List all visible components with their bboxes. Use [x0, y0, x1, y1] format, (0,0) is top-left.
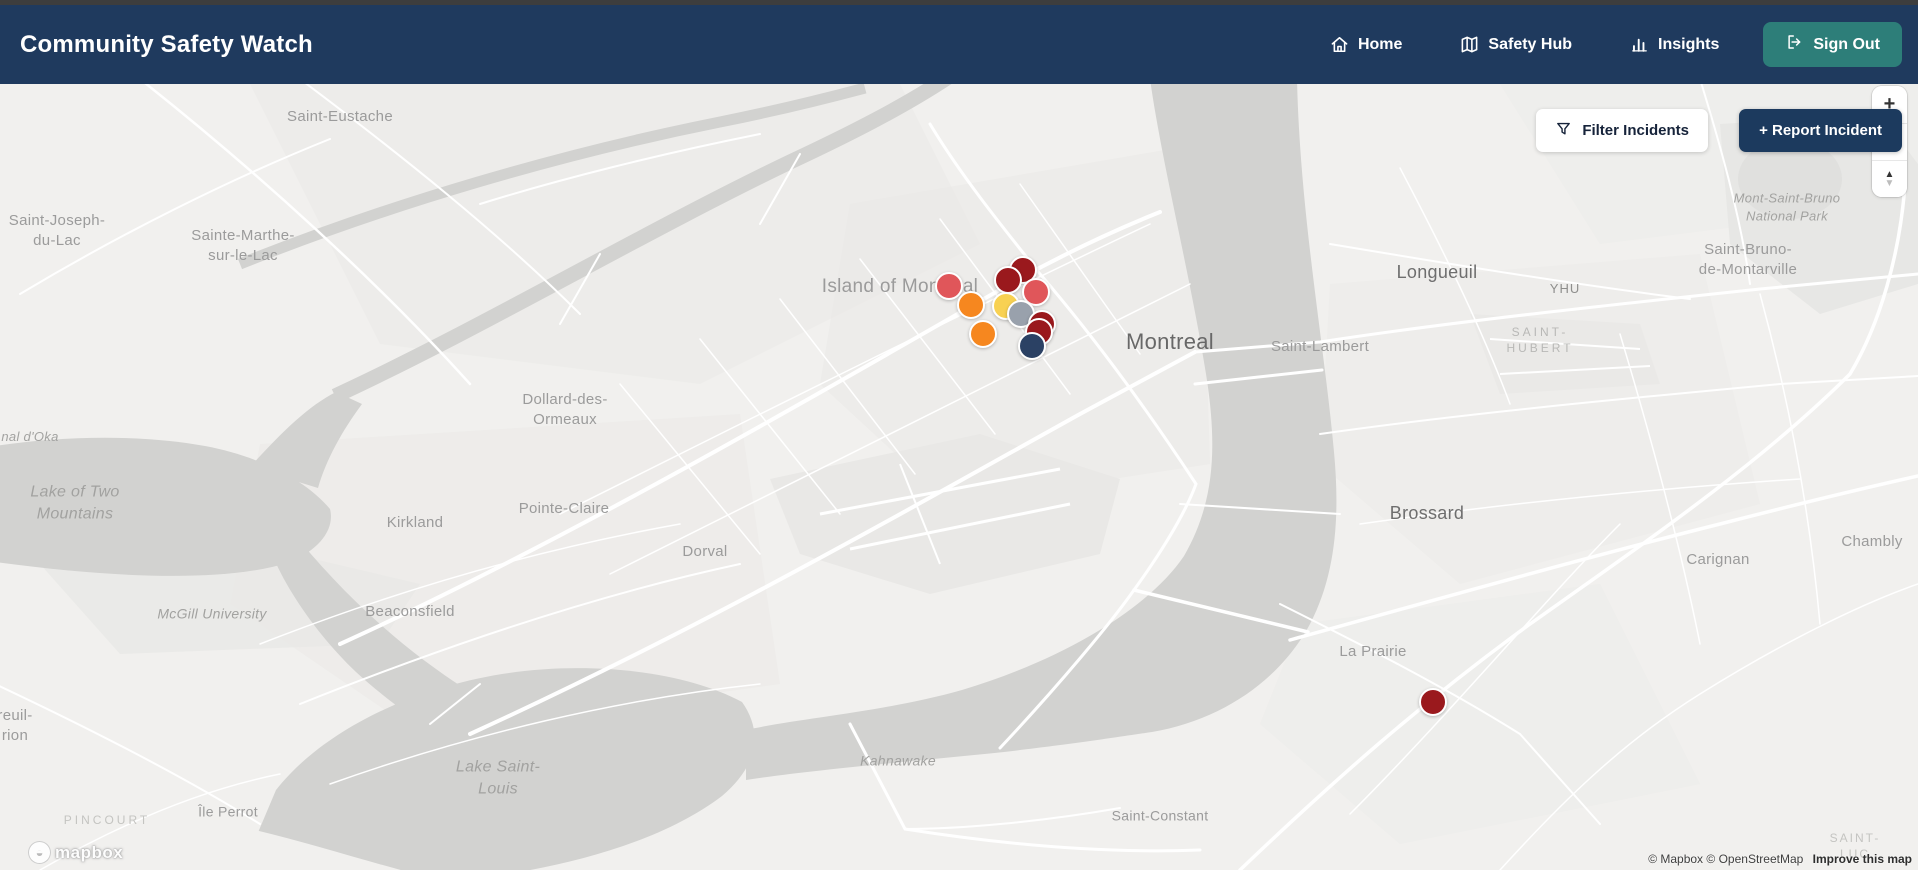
- nav-item-home[interactable]: Home: [1330, 35, 1402, 54]
- report-incident-button[interactable]: + Report Incident: [1739, 109, 1902, 152]
- improve-map-link[interactable]: Improve this map: [1813, 852, 1912, 866]
- nav-item-safety-hub[interactable]: Safety Hub: [1460, 35, 1572, 54]
- incident-marker[interactable]: [957, 291, 985, 319]
- nav-label: Insights: [1658, 35, 1720, 53]
- mapbox-logo-icon: ◒: [28, 841, 51, 864]
- mapbox-logo-text: mapbox: [55, 842, 124, 862]
- bar-chart-icon: [1630, 35, 1649, 54]
- map-icon: [1460, 35, 1479, 54]
- logout-icon: [1785, 33, 1803, 56]
- sign-out-label: Sign Out: [1813, 35, 1880, 53]
- sign-out-button[interactable]: Sign Out: [1763, 22, 1902, 67]
- incident-marker[interactable]: [1419, 688, 1447, 716]
- mapbox-logo[interactable]: ◒ mapbox: [28, 841, 123, 864]
- osm-attribution-link[interactable]: © OpenStreetMap: [1706, 852, 1803, 866]
- app-header: Community Safety Watch Home Safety Hub I…: [0, 5, 1918, 84]
- incident-marker[interactable]: [969, 320, 997, 348]
- map-attribution: © Mapbox © OpenStreetMap Improve this ma…: [1648, 852, 1912, 866]
- map-canvas: [0, 84, 1918, 870]
- mapbox-attribution-link[interactable]: © Mapbox: [1648, 852, 1703, 866]
- filter-incidents-button[interactable]: Filter Incidents: [1536, 109, 1708, 152]
- incident-marker[interactable]: [994, 266, 1022, 294]
- map-container[interactable]: Saint-Eustache Saint-Joseph- du-Lac Sainte…: [0, 84, 1918, 870]
- app-title: Community Safety Watch: [20, 30, 313, 58]
- home-icon: [1330, 35, 1349, 54]
- nav-item-insights[interactable]: Insights: [1630, 35, 1719, 54]
- incident-marker[interactable]: [1018, 332, 1046, 360]
- pitch-toggle-button[interactable]: ▲ ▼: [1872, 160, 1907, 197]
- nav-label: Home: [1357, 35, 1403, 53]
- funnel-icon: [1555, 120, 1572, 141]
- pitch-down-icon: ▼: [1884, 178, 1895, 189]
- main-nav: Home Safety Hub Insights: [1330, 35, 1719, 54]
- filter-incidents-label: Filter Incidents: [1582, 122, 1689, 139]
- nav-label: Safety Hub: [1488, 35, 1572, 53]
